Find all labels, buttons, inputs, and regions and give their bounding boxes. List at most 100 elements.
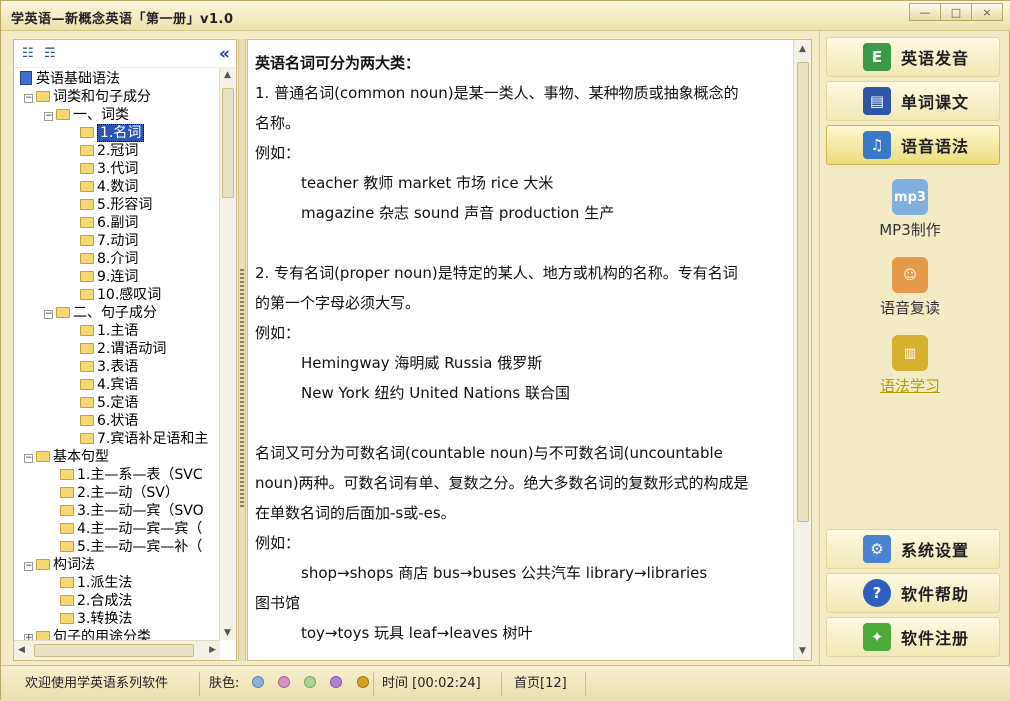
paragraph: noun)两种。可数名词有单、复数之分。绝大多数名词的复数形式的构成是 <box>255 474 749 492</box>
tree-leaf[interactable]: 5.定语 <box>80 394 138 412</box>
repeat-tool[interactable]: ☺ 语音复读 <box>850 257 970 318</box>
maximize-button[interactable]: □ <box>940 3 972 21</box>
tree-horizontal-scrollbar[interactable]: ◀ ▶ <box>14 640 220 660</box>
paragraph: 1. 普通名词(common noun)是某一类人、事物、某种物质或抽象概念的 <box>255 84 739 102</box>
window-title: 学英语—新概念英语「第一册」v1.0 <box>11 12 234 27</box>
tree-leaf[interactable]: 6.副词 <box>80 214 138 232</box>
scroll-right-icon[interactable]: ▶ <box>209 645 216 655</box>
folder-icon <box>60 595 74 606</box>
tree-leaf[interactable]: 1.主语 <box>80 322 138 340</box>
tree-leaf[interactable]: 6.状语 <box>80 412 138 430</box>
content-vertical-scrollbar[interactable]: ▲ ▼ <box>793 40 811 660</box>
folder-icon <box>80 145 94 156</box>
tree-leaf[interactable]: 1.主—系—表（SVC <box>60 466 203 484</box>
collapse-toggle-icon[interactable]: − <box>24 562 33 571</box>
tree-leaf[interactable]: 7.动词 <box>80 232 138 250</box>
tree-vertical-scrollbar[interactable]: ▲ ▼ <box>219 68 236 640</box>
tree-leaf[interactable]: 3.主—动—宾（SVO <box>60 502 204 520</box>
tree-leaf[interactable]: 2.合成法 <box>60 592 132 610</box>
tree-node[interactable]: − 词类和句子成分 <box>24 88 151 106</box>
skin-swatch-blue[interactable] <box>252 676 264 688</box>
collapse-toggle-icon[interactable]: − <box>24 94 33 103</box>
letter-e-book-icon: E <box>863 43 891 71</box>
folder-icon <box>56 109 70 120</box>
grammar-study-tool[interactable]: ▥ 语法学习 <box>850 335 970 396</box>
skin-swatch-green[interactable] <box>304 676 317 688</box>
tree-leaf[interactable]: 4.主—动—宾—宾（ <box>60 520 202 538</box>
folder-icon <box>80 397 94 408</box>
tree-leaf-selected[interactable]: 1.名词 <box>80 124 145 142</box>
tree-node[interactable]: − 二、句子成分 <box>44 304 157 322</box>
splitter-grip[interactable] <box>240 269 244 509</box>
mp3-tool[interactable]: mp3 MP3制作 <box>850 179 970 240</box>
tree-leaf[interactable]: 3.代词 <box>80 160 138 178</box>
scroll-down-icon[interactable]: ▼ <box>799 646 806 656</box>
collapse-toggle-icon[interactable]: − <box>44 310 53 319</box>
tree-leaf[interactable]: 9.连词 <box>80 268 138 286</box>
tree-leaf[interactable]: 10.感叹词 <box>80 286 161 304</box>
mp3-icon: mp3 <box>892 179 928 215</box>
tree-leaf[interactable]: 4.数词 <box>80 178 138 196</box>
tree-leaf[interactable]: 8.介词 <box>80 250 138 268</box>
scroll-up-icon[interactable]: ▲ <box>224 70 231 80</box>
nav-vocab-button[interactable]: ▤ 单词课文 <box>826 81 1000 121</box>
minimize-button[interactable]: — <box>909 3 941 21</box>
tree-leaf[interactable]: 1.派生法 <box>60 574 132 592</box>
tree-node[interactable]: − 构词法 <box>24 556 95 574</box>
collapse-panel-icon[interactable]: « <box>219 44 230 64</box>
collapse-toggle-icon[interactable]: − <box>44 112 53 121</box>
example-line: New York 纽约 United Nations 联合国 <box>301 384 571 402</box>
nav-grammar-button[interactable]: ♫ 语音语法 <box>826 125 1000 165</box>
elapsed-time: 时间 [00:02:24] <box>382 676 481 691</box>
welcome-text: 欢迎使用学英语系列软件 <box>25 676 169 691</box>
collapse-toggle-icon[interactable]: − <box>24 454 33 463</box>
example-label: 例如： <box>255 534 301 552</box>
scroll-up-icon[interactable]: ▲ <box>799 44 806 54</box>
tree-leaf[interactable]: 2.冠词 <box>80 142 138 160</box>
skin-swatch-pink[interactable] <box>278 676 291 688</box>
tree-node[interactable]: − 基本句型 <box>24 448 109 466</box>
folder-icon <box>56 307 70 318</box>
skin-swatch-purple[interactable] <box>330 676 343 688</box>
divider <box>199 672 200 696</box>
nav-register-button[interactable]: ✦ 软件注册 <box>826 617 1000 657</box>
tree-leaf[interactable]: 4.宾语 <box>80 376 138 394</box>
scroll-thumb[interactable] <box>34 644 194 657</box>
folder-icon <box>80 199 94 210</box>
example-line: magazine 杂志 sound 声音 production 生产 <box>301 204 615 222</box>
scroll-left-icon[interactable]: ◀ <box>18 645 25 655</box>
tree-leaf[interactable]: 7.宾语补足语和主 <box>80 430 208 448</box>
folder-icon <box>80 415 94 426</box>
tree-leaf[interactable]: 5.主—动—宾—补（ <box>60 538 202 556</box>
tree-node[interactable]: − 一、词类 <box>44 106 129 124</box>
tree-leaf[interactable]: 3.表语 <box>80 358 138 376</box>
app-window: 学英语—新概念英语「第一册」v1.0 — □ × ☷ ☶ « 英语基础语法 − 词… <box>0 0 1010 701</box>
help-icon: ? <box>863 579 891 607</box>
scroll-thumb[interactable] <box>222 88 234 198</box>
scroll-thumb[interactable] <box>797 62 809 522</box>
nav-help-button[interactable]: ? 软件帮助 <box>826 573 1000 613</box>
example-line: toy→toys 玩具 leaf→leaves 树叶 <box>301 624 533 642</box>
nav-settings-button[interactable]: ⚙ 系统设置 <box>826 529 1000 569</box>
folder-icon <box>80 361 94 372</box>
scroll-down-icon[interactable]: ▼ <box>224 628 231 638</box>
folder-icon <box>60 577 74 588</box>
tree-leaf[interactable]: 3.转换法 <box>60 610 132 628</box>
skin-label: 肤色: <box>209 676 240 691</box>
tree-leaf[interactable]: 2.主—动（SV） <box>60 484 179 502</box>
skin-swatch-orange[interactable] <box>356 676 369 688</box>
tree-leaf[interactable]: 2.谓语动词 <box>80 340 166 358</box>
tree-leaf[interactable]: 5.形容词 <box>80 196 152 214</box>
tree-root[interactable]: 英语基础语法 <box>20 70 120 88</box>
example-line: shop→shops 商店 bus→buses 公共汽车 library→lib… <box>301 564 708 582</box>
list-view-icon[interactable]: ☷ <box>22 46 38 62</box>
tree-view-icon[interactable]: ☶ <box>44 46 60 62</box>
tree-node[interactable]: + 句子的用途分类 <box>24 628 151 640</box>
folder-icon <box>80 235 94 246</box>
nav-pronunciation-button[interactable]: E 英语发音 <box>826 37 1000 77</box>
folder-icon <box>36 559 50 570</box>
close-button[interactable]: × <box>971 3 1003 21</box>
panel-splitter[interactable] <box>238 39 246 661</box>
